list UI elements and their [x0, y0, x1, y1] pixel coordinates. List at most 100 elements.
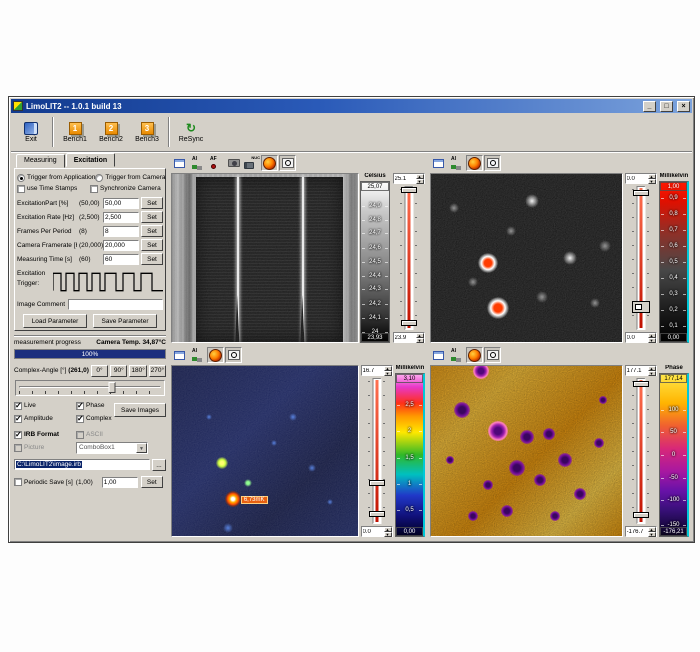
- resync-button[interactable]: ↻ ReSync: [173, 114, 209, 150]
- ai-icon[interactable]: AI: [189, 155, 206, 171]
- complex-angle-slider[interactable]: [15, 380, 165, 396]
- periodic-save-input[interactable]: [102, 477, 138, 488]
- spinner-arrows[interactable]: ▲▼: [648, 333, 656, 342]
- param-input[interactable]: [103, 198, 139, 209]
- slider-handle[interactable]: [633, 512, 649, 518]
- angle-90-button[interactable]: 90°: [110, 365, 127, 377]
- checkbox-use-time-stamps[interactable]: use Time Stamps: [17, 185, 90, 193]
- spinner-arrows[interactable]: ▲▼: [648, 174, 656, 183]
- exit-button[interactable]: Exit: [13, 114, 49, 150]
- thermal-image-phase[interactable]: [430, 365, 623, 537]
- tab-excitation[interactable]: Excitation: [66, 153, 115, 167]
- palette-icon[interactable]: [207, 347, 224, 363]
- image-path-field[interactable]: C:\LimoLIT2\image.irb: [14, 459, 150, 470]
- new-window-icon[interactable]: [430, 155, 447, 171]
- angle-270-button[interactable]: 270°: [149, 365, 166, 377]
- ai-icon[interactable]: AI: [189, 347, 206, 363]
- slider-handle[interactable]: [369, 480, 385, 486]
- range-max-spinner[interactable]: 25.1 ▲▼: [393, 173, 425, 184]
- nuc-icon[interactable]: NUC: [243, 155, 260, 171]
- title-bar[interactable]: LimoLIT2 -- 1.0.1 build 13 _ □ ×: [11, 99, 692, 113]
- profile-icon[interactable]: [279, 155, 296, 171]
- af-icon[interactable]: AF: [207, 155, 224, 171]
- spinner-arrows[interactable]: ▲▼: [416, 174, 424, 183]
- checkbox-live[interactable]: Live: [14, 402, 76, 410]
- param-input[interactable]: [103, 240, 139, 251]
- range-slider[interactable]: [632, 186, 649, 330]
- checkbox-periodic-save[interactable]: Periodic Save [s]: [14, 478, 73, 486]
- param-set-button[interactable]: Set: [141, 239, 163, 251]
- chevron-down-icon[interactable]: ▼: [136, 443, 147, 453]
- new-window-icon[interactable]: [171, 347, 188, 363]
- camera-icon[interactable]: [225, 155, 242, 171]
- angle-0-button[interactable]: 0°: [91, 365, 108, 377]
- tab-measuring[interactable]: Measuring: [16, 154, 65, 168]
- range-max-spinner[interactable]: 16.7 ▲▼: [361, 365, 393, 376]
- save-parameter-button[interactable]: Save Parameter: [93, 314, 157, 328]
- ai-icon[interactable]: AI: [448, 155, 465, 171]
- range-slider[interactable]: [368, 378, 385, 524]
- save-images-button[interactable]: Save Images: [114, 403, 166, 417]
- param-set-button[interactable]: Set: [141, 197, 163, 209]
- angle-180-button[interactable]: 180°: [129, 365, 146, 377]
- range-max-spinner[interactable]: 177.1 ▲▼: [625, 365, 657, 376]
- scale-tick: 1,5: [396, 455, 423, 461]
- param-set-button[interactable]: Set: [141, 211, 163, 223]
- palette-icon[interactable]: [466, 155, 483, 171]
- slider-handle[interactable]: [401, 320, 417, 326]
- param-set-button[interactable]: Set: [141, 253, 163, 265]
- thermal-image-amplitude[interactable]: [430, 173, 623, 343]
- range-slider[interactable]: [400, 186, 417, 330]
- maximize-button[interactable]: □: [660, 101, 673, 112]
- bench1-button[interactable]: 1 Bench1: [57, 114, 93, 150]
- slider-handle[interactable]: [401, 187, 417, 193]
- range-min-spinner[interactable]: 0.0 ▲▼: [361, 526, 393, 537]
- bench3-button[interactable]: 3 Bench3: [129, 114, 165, 150]
- slider-handle[interactable]: [369, 511, 385, 517]
- param-set-button[interactable]: Set: [141, 225, 163, 237]
- radio-trigger-from-application[interactable]: Trigger from Application: [17, 174, 95, 182]
- periodic-set-button[interactable]: Set: [141, 476, 163, 488]
- minimize-button[interactable]: _: [643, 101, 656, 112]
- param-input[interactable]: [103, 212, 139, 223]
- new-window-icon[interactable]: [171, 155, 188, 171]
- image-blob: [520, 430, 534, 444]
- slider-handle[interactable]: [632, 301, 650, 313]
- checkbox-irb-format[interactable]: IRB Format: [14, 431, 76, 439]
- profile-icon[interactable]: [484, 155, 501, 171]
- slider-handle[interactable]: [633, 381, 649, 387]
- thermal-image-live[interactable]: [171, 173, 359, 343]
- range-min-spinner[interactable]: 23.9 ▲▼: [393, 332, 425, 343]
- close-button[interactable]: ×: [677, 101, 690, 112]
- picture-combobox[interactable]: ComboBox1 ▼: [76, 442, 148, 454]
- ai-icon[interactable]: AI: [448, 347, 465, 363]
- radio-trigger-from-camera[interactable]: Trigger from Camera: [95, 174, 165, 182]
- profile-icon[interactable]: [484, 347, 501, 363]
- profile-icon[interactable]: [225, 347, 242, 363]
- slider-thumb[interactable]: [109, 382, 116, 393]
- range-min-spinner[interactable]: 0.0 ▲▼: [625, 332, 657, 343]
- palette-icon[interactable]: [466, 347, 483, 363]
- spinner-arrows[interactable]: ▲▼: [416, 333, 424, 342]
- spinner-arrows[interactable]: ▲▼: [384, 366, 392, 375]
- image-comment-input[interactable]: [68, 299, 163, 310]
- checkbox-synchronize-camera[interactable]: Synchronize Camera: [90, 185, 163, 193]
- new-window-icon[interactable]: [430, 347, 447, 363]
- range-max-spinner[interactable]: 0.0 ▲▼: [625, 173, 657, 184]
- range-slider[interactable]: [632, 378, 649, 524]
- spinner-arrows[interactable]: ▲▼: [648, 366, 656, 375]
- palette-icon[interactable]: [261, 155, 278, 171]
- slider-handle[interactable]: [633, 190, 649, 196]
- checkbox-amplitude[interactable]: Amplitude: [14, 415, 76, 423]
- param-input[interactable]: [103, 254, 139, 265]
- thermal-image-lockin[interactable]: 6,73mK: [171, 365, 359, 537]
- range-min-spinner[interactable]: -176.7 ▲▼: [625, 526, 657, 537]
- spinner-arrows[interactable]: ▲▼: [648, 527, 656, 536]
- spinner-arrows[interactable]: ▲▼: [384, 527, 392, 536]
- param-input[interactable]: [103, 226, 139, 237]
- load-parameter-button[interactable]: Load Parameter: [23, 314, 87, 328]
- browse-button[interactable]: ...: [152, 459, 166, 471]
- scale-title: Phase: [659, 365, 689, 373]
- bench2-button[interactable]: 2 Bench2: [93, 114, 129, 150]
- panel-toolbar: AI: [430, 345, 690, 365]
